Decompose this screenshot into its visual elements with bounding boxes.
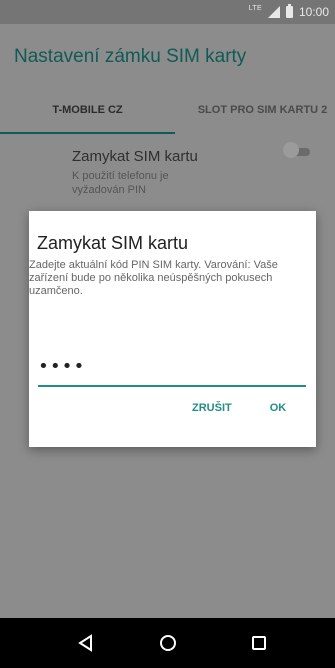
pin-dialog: Zamykat SIM kartu Zadejte aktuální kód P… — [29, 211, 316, 447]
page-title: Nastavení zámku SIM karty — [14, 46, 247, 67]
back-button[interactable] — [66, 618, 106, 668]
navigation-bar — [0, 618, 335, 668]
ok-button[interactable]: OK — [261, 391, 295, 425]
recents-square-icon — [252, 636, 266, 650]
status-icons: LTE 10:00 — [249, 4, 329, 20]
app-bar: Nastavení zámku SIM karty — [0, 24, 335, 84]
setting-title: Zamykat SIM kartu — [72, 148, 198, 165]
home-button[interactable] — [148, 618, 188, 668]
back-triangle-icon — [78, 634, 92, 652]
battery-icon — [285, 4, 293, 18]
status-bar: LTE 10:00 — [0, 0, 335, 24]
sim-tabs: T-MOBILE CZ SLOT PRO SIM KARTU 2 — [0, 84, 335, 136]
tab-indicator — [0, 132, 175, 134]
lock-sim-setting-row[interactable]: Zamykat SIM kartu K použití telefonu je … — [0, 136, 335, 206]
pin-input[interactable] — [38, 349, 306, 387]
dialog-title: Zamykat SIM kartu — [37, 233, 189, 253]
tab-t-mobile[interactable]: T-MOBILE CZ — [0, 84, 175, 136]
tab-sim-slot-2[interactable]: SLOT PRO SIM KARTU 2 — [175, 84, 335, 136]
dialog-message: Zadejte aktuální kód PIN SIM karty. Varo… — [29, 259, 278, 297]
network-type: LTE — [248, 4, 262, 12]
clock: 10:00 — [298, 5, 329, 19]
toggle-thumb — [283, 142, 299, 158]
lock-sim-toggle[interactable] — [283, 142, 313, 162]
recents-button[interactable] — [239, 618, 279, 668]
signal-icon — [267, 6, 280, 18]
home-circle-icon — [160, 635, 176, 651]
setting-subtitle: K použití telefonu je vyžadován PIN — [72, 170, 169, 196]
cancel-button[interactable]: ZRUŠIT — [186, 391, 236, 425]
